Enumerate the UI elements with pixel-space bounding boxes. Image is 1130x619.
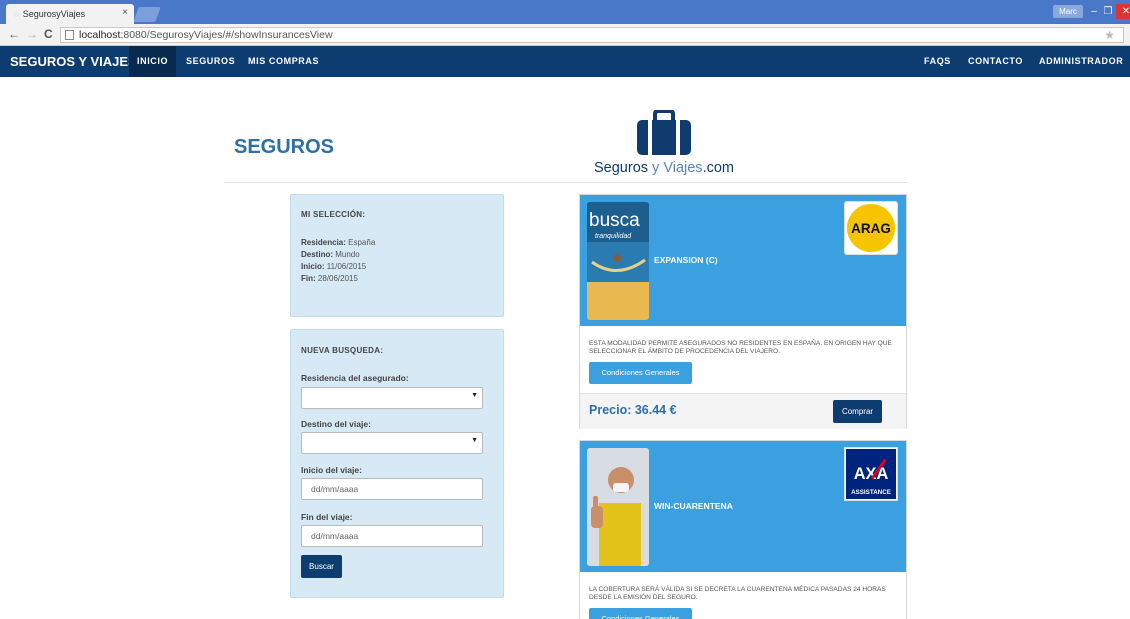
reload-icon[interactable]: C <box>44 27 53 41</box>
conditions-button[interactable]: Condiciones Generales <box>589 362 692 384</box>
chevron-down-icon: ▼ <box>471 437 478 444</box>
buy-button[interactable]: Comprar <box>833 400 882 423</box>
selection-panel: MI SELECCIÓN: Residencia: España Destino… <box>290 194 504 317</box>
suitcase-logo-icon <box>637 110 691 155</box>
insurance-card: WIN-CUARENTENA AXA ASSISTANCE LA COBERTU… <box>579 440 907 619</box>
browser-user-badge[interactable]: Marc <box>1053 5 1083 18</box>
selection-inicio: Inicio: 11/06/2015 <box>301 262 367 271</box>
tab-title: SegurosyViajes <box>22 9 86 19</box>
site-navbar: SEGUROS Y VIAJES INICIO SEGUROS MIS COMP… <box>0 46 1130 77</box>
bookmark-star-icon[interactable]: ★ <box>1104 28 1115 42</box>
logo-text-seguros: Seguros <box>594 160 649 176</box>
nav-seguros[interactable]: SEGUROS <box>178 46 243 77</box>
nav-mis-compras[interactable]: MIS COMPRAS <box>240 46 327 77</box>
browser-tabstrip: ◌ SegurosyViajes × Marc – ❐ ✕ <box>0 0 1130 24</box>
fin-date-input[interactable]: dd/mm/aaaa <box>301 525 483 547</box>
address-bar: ← → C localhost:8080/SegurosyViajes/#/sh… <box>0 24 1130 46</box>
insurance-description: LA COBERTURA SERÁ VÁLIDA SI SE DECRETA L… <box>589 586 886 601</box>
conditions-button[interactable]: Condiciones Generales <box>589 608 692 619</box>
search-panel: NUEVA BUSQUEDA: Residencia del asegurado… <box>290 329 504 598</box>
card-image-text: busca <box>589 210 640 231</box>
window-close-icon[interactable]: ✕ <box>1116 4 1130 19</box>
insurance-card: busca tranquilidad EXPANSION (C) ARAG ES… <box>579 194 907 429</box>
nav-administrador[interactable]: ADMINISTRADOR <box>1031 46 1130 77</box>
residencia-label: Residencia del asegurado: <box>301 373 409 383</box>
destino-select[interactable]: ▼ <box>301 432 483 454</box>
brand-link[interactable]: SEGUROS Y VIAJES <box>10 46 137 77</box>
window-maximize-icon[interactable]: ❐ <box>1102 4 1114 19</box>
forward-icon[interactable]: → <box>26 27 38 41</box>
logo-text-viajes: y Viajes <box>648 160 703 176</box>
inicio-label: Inicio del viaje: <box>301 465 362 475</box>
page-icon <box>65 30 74 40</box>
header-divider <box>224 182 908 183</box>
destino-label: Destino del viaje: <box>301 419 371 429</box>
price-row: Precio: 36.44 € Comprar <box>580 393 906 429</box>
chevron-down-icon: ▼ <box>471 392 478 399</box>
axa-logo-text: AXA <box>854 465 889 483</box>
insurance-name: WIN-CUARENTENA <box>654 501 733 511</box>
url-path: :8080/SegurosyViajes/#/showInsurancesVie… <box>120 29 333 41</box>
selection-residencia: Residencia: España <box>301 238 376 247</box>
search-heading: NUEVA BUSQUEDA: <box>301 346 384 355</box>
logo-text-com: .com <box>702 160 734 176</box>
nav-faqs[interactable]: FAQS <box>916 46 959 77</box>
url-host: localhost <box>79 29 121 41</box>
arag-logo-text: ARAG <box>851 221 891 236</box>
browser-tab[interactable]: ◌ SegurosyViajes × <box>6 4 134 24</box>
selection-destino: Destino: Mundo <box>301 250 360 259</box>
selection-fin: Fin: 28/06/2015 <box>301 274 358 283</box>
insurance-card-header: busca tranquilidad EXPANSION (C) ARAG <box>580 195 906 326</box>
insurance-photo-icon <box>587 448 649 566</box>
insurance-photo-icon: busca tranquilidad <box>587 202 649 320</box>
search-button[interactable]: Buscar <box>301 555 342 578</box>
back-icon[interactable]: ← <box>8 27 20 41</box>
tab-favicon-icon: ◌ <box>14 9 19 19</box>
new-tab-button[interactable] <box>133 7 161 22</box>
insurance-name: EXPANSION (C) <box>654 255 718 265</box>
nav-contacto[interactable]: CONTACTO <box>960 46 1031 77</box>
inicio-date-input[interactable]: dd/mm/aaaa <box>301 478 483 500</box>
window-minimize-icon[interactable]: – <box>1088 4 1100 19</box>
insurance-card-header: WIN-CUARENTENA AXA ASSISTANCE <box>580 441 906 572</box>
axa-logo-icon: AXA ASSISTANCE <box>844 447 898 501</box>
tab-close-icon[interactable]: × <box>122 7 128 18</box>
selection-heading: MI SELECCIÓN: <box>301 210 366 219</box>
card-image-subtext: tranquilidad <box>595 233 632 240</box>
insurance-description: ESTA MODALIDAD PERMITE ASEGURADOS NO RES… <box>589 340 892 355</box>
fin-label: Fin del viaje: <box>301 512 353 522</box>
nav-inicio[interactable]: INICIO <box>129 46 177 77</box>
logo-text: Seguros y Viajes.com <box>594 160 734 176</box>
residencia-select[interactable]: ▼ <box>301 387 483 409</box>
url-input[interactable]: localhost:8080/SegurosyViajes/#/showInsu… <box>60 27 1124 43</box>
page-title: SEGUROS <box>234 136 335 158</box>
insurance-price: Precio: 36.44 € <box>589 403 677 417</box>
arag-logo-icon: ARAG <box>844 201 898 255</box>
axa-logo-subtext: ASSISTANCE <box>851 489 891 496</box>
